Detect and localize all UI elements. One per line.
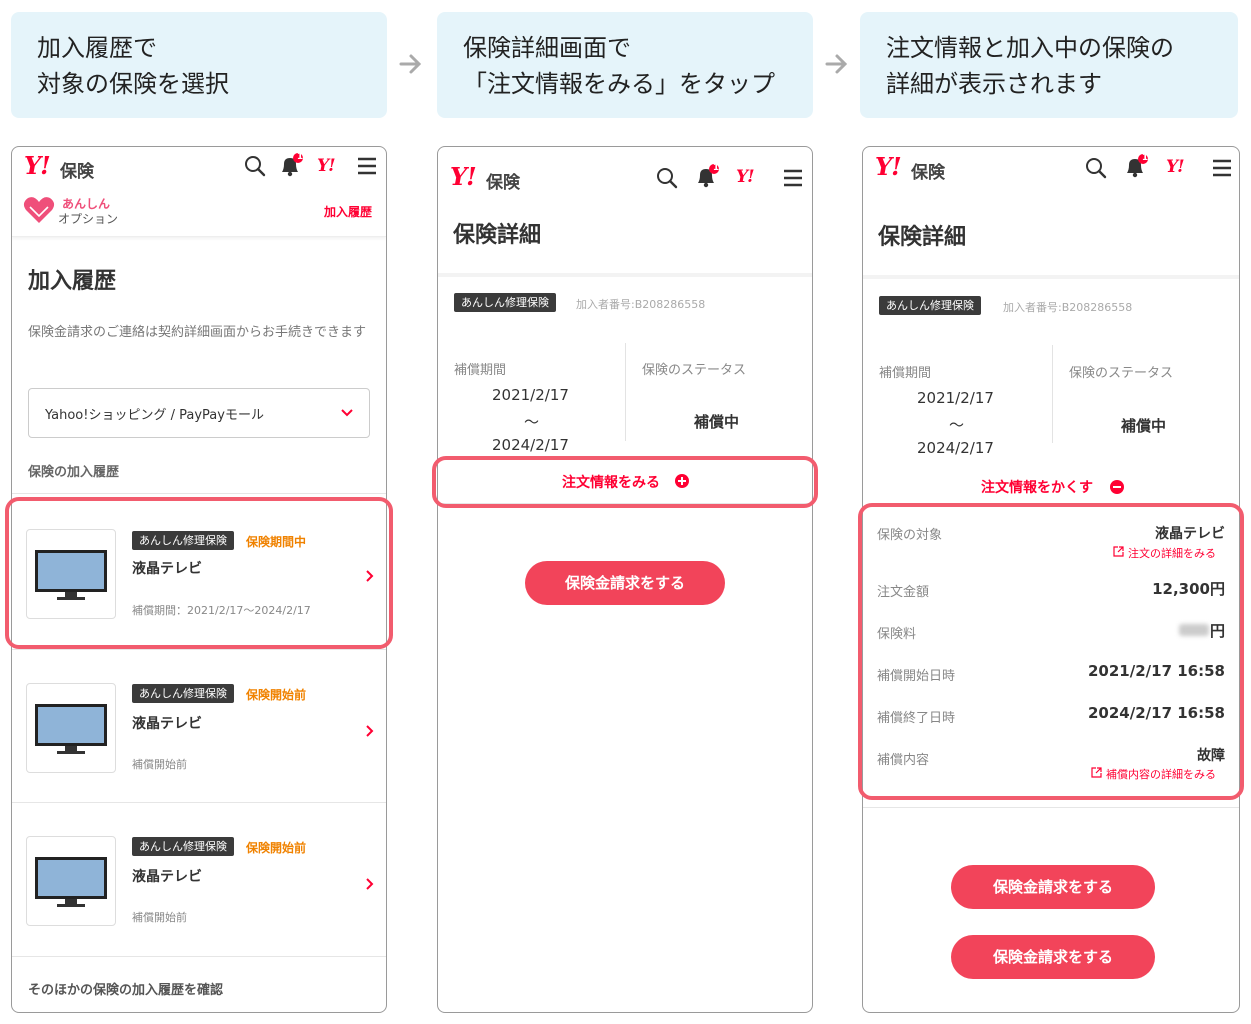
member-number: 加入者番号:B208286558 <box>576 298 706 311</box>
step-3-line1: 注文情報と加入中の保険の <box>886 34 1174 62</box>
yahoo-mark-icon[interactable]: Y! <box>317 156 336 176</box>
divider <box>863 275 1239 279</box>
divider <box>12 956 386 957</box>
minus-circle-icon <box>1110 480 1124 494</box>
hide-order-info-link[interactable]: 注文情報をかくす <box>863 473 1239 501</box>
yahoo-mark-icon[interactable]: Y! <box>736 167 755 187</box>
item-name: 液晶テレビ <box>132 716 202 732</box>
highlight-frame <box>858 503 1244 800</box>
insurance-badge: あんしん修理保険 <box>454 293 556 312</box>
step-1-line2: 対象の保険を選択 <box>37 70 229 98</box>
notification-badge: 1 <box>296 152 304 162</box>
yahoo-logo[interactable]: Y! <box>24 151 51 180</box>
insurance-badge: あんしん修理保険 <box>879 296 981 315</box>
yahoo-mark-icon[interactable]: Y! <box>1166 157 1185 177</box>
step-3-line2: 詳細が表示されます <box>886 70 1102 98</box>
status-value: 補償中 <box>1121 417 1167 435</box>
page-title: 保険詳細 <box>453 223 542 248</box>
insurance-badge: あんしん修理保険 <box>132 837 234 856</box>
highlight-frame <box>432 456 818 508</box>
menu-icon[interactable] <box>1212 158 1232 178</box>
app-header: Y! 保険 1 Y! <box>438 147 812 203</box>
logo-sub: 保険 <box>486 173 520 193</box>
member-number: 加入者番号:B208286558 <box>1003 301 1133 314</box>
insurance-badge: あんしん修理保険 <box>132 684 234 703</box>
highlight-frame <box>5 497 393 649</box>
period-start: 2021/2/17 <box>917 389 994 407</box>
period-label: 補償期間 <box>454 363 507 378</box>
step-2: 保険詳細画面で 「注文情報をみる」をタップ <box>437 12 813 118</box>
item-period: 補償開始前 <box>132 758 187 771</box>
status-label: 保険開始前 <box>246 841 307 855</box>
menu-icon[interactable] <box>783 168 803 188</box>
period-tilde: 〜 <box>949 416 965 434</box>
divider <box>625 343 626 441</box>
status-value: 補償中 <box>694 413 740 431</box>
notification-badge: 1 <box>1141 153 1149 163</box>
search-icon[interactable] <box>656 167 678 189</box>
shop-select-value: Yahoo!ショッピング / PayPayモール <box>45 408 264 423</box>
other-history-link[interactable]: そのほかの保険の加入履歴を確認 <box>28 979 223 998</box>
list-item[interactable]: あんしん修理保険 保険開始前 液晶テレビ 補償開始前 <box>12 650 386 800</box>
page-title: 加入履歴 <box>28 269 117 294</box>
divider <box>1052 345 1053 443</box>
history-link[interactable]: 加入履歴 <box>324 203 372 220</box>
tv-thumbnail <box>26 836 116 926</box>
chevron-down-icon <box>341 409 353 417</box>
period-start: 2021/2/17 <box>492 386 569 404</box>
app-header: Y! 保険 1 Y! <box>12 147 386 187</box>
step-1-line1: 加入履歴で <box>37 34 157 62</box>
chevron-right-icon <box>366 725 374 737</box>
step-1: 加入履歴で 対象の保険を選択 <box>11 12 387 118</box>
phone-screen-detail: Y! 保険 1 Y! 保険詳細 あんしん修理保険 加入者番号:B20828655… <box>437 146 813 1013</box>
step-2-line2: 「注文情報をみる」をタップ <box>463 70 775 98</box>
period-label: 補償期間 <box>879 366 932 381</box>
yahoo-logo[interactable]: Y! <box>450 162 477 191</box>
sub-header: あんしん オプション 加入履歴 <box>12 187 386 237</box>
tv-icon <box>35 704 107 754</box>
yahoo-logo[interactable]: Y! <box>875 152 902 181</box>
chevron-right-icon <box>366 878 374 890</box>
claim-button[interactable]: 保険金請求をする <box>951 865 1155 909</box>
search-icon[interactable] <box>1085 157 1107 179</box>
search-icon[interactable] <box>244 155 266 177</box>
tv-icon <box>35 857 107 907</box>
hide-order-info-label: 注文情報をかくす <box>981 480 1093 496</box>
item-name: 液晶テレビ <box>132 869 202 885</box>
app-header: Y! 保険 1 Y! <box>863 147 1239 203</box>
arrow-right-icon <box>825 54 848 74</box>
step-3: 注文情報と加入中の保険の 詳細が表示されます <box>860 12 1238 118</box>
list-item[interactable]: あんしん修理保険 保険開始前 液晶テレビ 補償開始前 <box>12 803 386 953</box>
claim-button[interactable]: 保険金請求をする <box>951 935 1155 979</box>
section-label: 保険の加入履歴 <box>28 465 120 480</box>
tv-thumbnail <box>26 683 116 773</box>
period-end: 2024/2/17 <box>492 436 569 454</box>
logo-sub: 保険 <box>60 162 94 182</box>
divider <box>438 273 812 277</box>
status-label: 保険のステータス <box>642 363 747 378</box>
status-label: 保険のステータス <box>1069 366 1174 381</box>
divider <box>863 807 1239 808</box>
heart-logo-icon <box>23 197 55 223</box>
notification-badge: 1 <box>712 163 720 173</box>
logo-sub: 保険 <box>911 163 945 183</box>
claim-button[interactable]: 保険金請求をする <box>525 561 725 605</box>
period-tilde: 〜 <box>524 413 540 431</box>
step-2-line1: 保険詳細画面で <box>463 34 631 62</box>
menu-icon[interactable] <box>357 156 377 176</box>
period-end: 2024/2/17 <box>917 439 994 457</box>
status-label: 保険開始前 <box>246 688 307 702</box>
arrow-right-icon <box>399 54 422 74</box>
brand-line2: オプション <box>58 212 119 226</box>
item-period: 補償開始前 <box>132 911 187 924</box>
shop-select[interactable]: Yahoo!ショッピング / PayPayモール <box>28 388 370 438</box>
description-text: 保険金請求のご連絡は契約詳細画面からお手続きできます <box>28 325 367 340</box>
page-title: 保険詳細 <box>878 225 967 250</box>
